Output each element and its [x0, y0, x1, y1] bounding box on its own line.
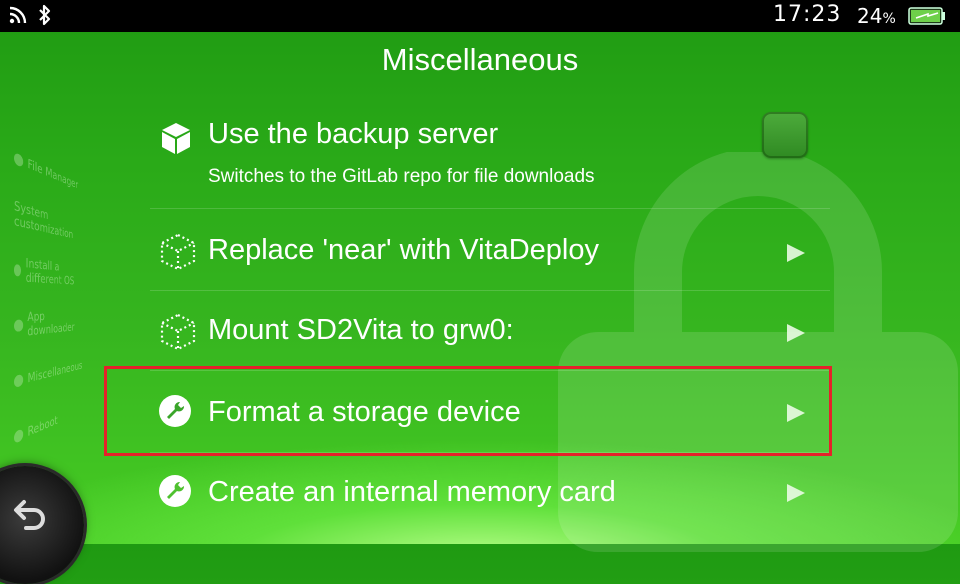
- option-create-memory-card[interactable]: Create an internal memory card: [150, 456, 830, 526]
- battery-unit: %: [882, 11, 896, 27]
- status-bar: 17:23 24%: [0, 0, 960, 32]
- battery-percent: 24%: [857, 4, 896, 28]
- divider: [150, 208, 830, 209]
- option-label: Mount SD2Vita to grw0:: [208, 314, 514, 346]
- back-button[interactable]: [0, 466, 84, 584]
- chevron-right-icon: [787, 244, 805, 262]
- chevron-right-icon: [787, 484, 805, 502]
- option-mount-sd2vita[interactable]: Mount SD2Vita to grw0:: [150, 296, 830, 366]
- wifi-icon: [9, 6, 27, 24]
- page-title: Miscellaneous: [381, 42, 579, 77]
- dotted-cube-icon: [160, 313, 196, 351]
- status-icons: [8, 4, 52, 26]
- option-label: Replace 'near' with VitaDeploy: [208, 234, 599, 266]
- option-label: Use the backup server: [208, 118, 499, 150]
- dotted-cube-icon: [160, 233, 196, 271]
- option-backup-server[interactable]: Use the backup server Switches to the Gi…: [150, 108, 830, 198]
- chevron-right-icon: [787, 324, 805, 342]
- selection-highlight: [104, 366, 832, 456]
- battery-icon: [908, 7, 945, 25]
- back-arrow-icon: [14, 500, 45, 530]
- divider: [150, 290, 830, 291]
- battery-value: 24: [857, 4, 883, 28]
- side-menu-ghost: File Manager System customization Instal…: [14, 130, 88, 470]
- clock: 17:23: [773, 2, 842, 27]
- bluetooth-icon: [39, 4, 51, 26]
- wrench-icon: [159, 475, 191, 507]
- backup-server-checkbox[interactable]: [762, 112, 808, 158]
- option-label: Create an internal memory card: [208, 476, 616, 508]
- option-replace-near[interactable]: Replace 'near' with VitaDeploy: [150, 216, 830, 286]
- option-description: Switches to the GitLab repo for file dow…: [208, 166, 595, 187]
- cube-icon: [162, 123, 190, 154]
